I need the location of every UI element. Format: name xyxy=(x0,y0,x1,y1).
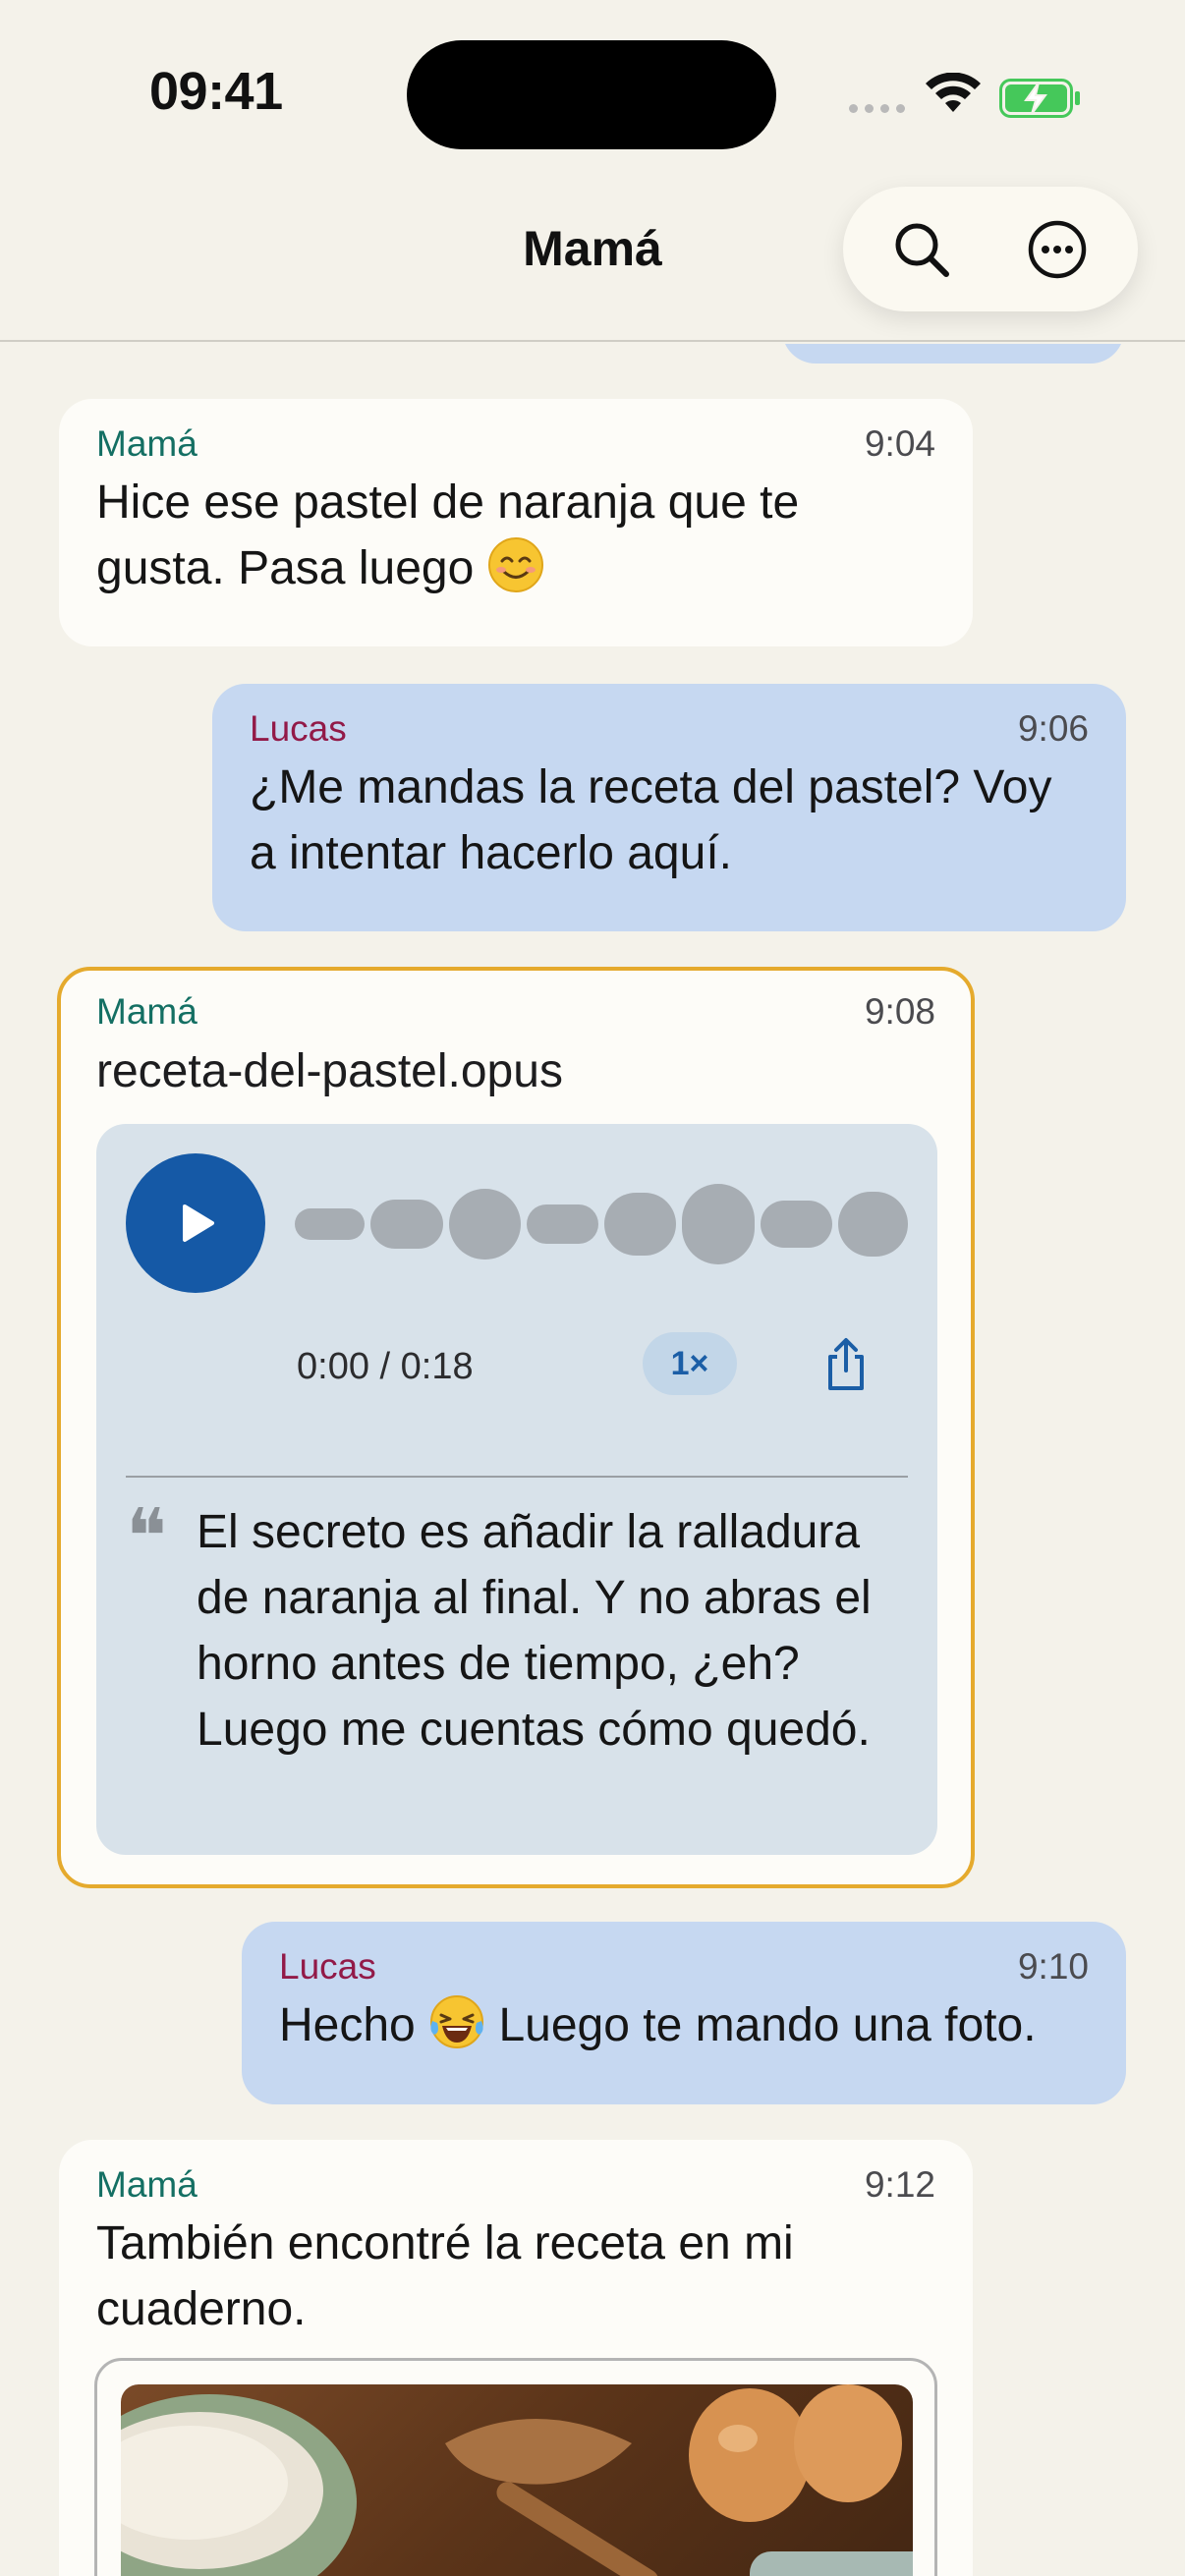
recipe-photo-illustration xyxy=(121,2384,913,2576)
waveform-bar xyxy=(448,1189,521,1260)
battery-charging-icon xyxy=(999,79,1080,118)
sender-name: Lucas xyxy=(250,708,347,749)
waveform-bar xyxy=(295,1208,366,1240)
audio-filename: receta-del-pastel.opus xyxy=(96,1045,563,1097)
smiling-face-emoji-icon xyxy=(487,537,543,592)
quote-icon: ❝ xyxy=(126,1493,167,1582)
message-bubble[interactable]: Mamá 9:04 Hice ese pastel de naranja que… xyxy=(59,399,973,646)
search-button[interactable] xyxy=(886,214,957,285)
message-text: Hecho Luego te mando una foto. xyxy=(279,1992,1089,2058)
dynamic-island xyxy=(407,40,776,149)
waveform-bar xyxy=(682,1184,755,1264)
sender-name: Mamá xyxy=(96,991,198,1032)
message-time: 9:04 xyxy=(864,423,935,464)
sender-name: Mamá xyxy=(96,423,198,464)
wifi-icon xyxy=(926,73,981,112)
more-icon xyxy=(1028,220,1087,279)
message-bubble[interactable]: Lucas 9:10 Hecho Luego te mando una foto… xyxy=(242,1922,1126,2104)
message-bubble[interactable]: Mamá 9:12 También encontré la receta en … xyxy=(59,2140,973,2576)
cellular-signal-icon xyxy=(849,104,905,113)
status-time: 09:41 xyxy=(149,62,283,121)
audio-waveform[interactable] xyxy=(295,1183,909,1265)
audio-duration: 0:00 / 0:18 xyxy=(297,1346,474,1387)
play-button[interactable] xyxy=(126,1153,265,1293)
chat-header: Mamá xyxy=(0,187,1185,342)
laughing-crying-face-emoji-icon xyxy=(430,1995,484,2048)
status-bar: 09:41 xyxy=(0,0,1185,187)
message-time: 9:08 xyxy=(864,991,935,1032)
image-attachment[interactable] xyxy=(94,2358,937,2576)
search-icon xyxy=(895,223,949,277)
message-bubble[interactable]: Lucas 9:06 ¿Me mandas la receta del past… xyxy=(212,684,1126,931)
playback-speed-button[interactable]: 1× xyxy=(643,1332,737,1395)
message-time: 9:06 xyxy=(1017,708,1089,749)
message-text: ¿Me mandas la receta del pastel? Voy a i… xyxy=(250,761,1052,879)
waveform-bar xyxy=(760,1201,832,1248)
previous-message-bubble xyxy=(782,344,1124,364)
transcript-divider xyxy=(126,1476,908,1478)
share-icon xyxy=(828,1338,864,1390)
voice-player: 0:00 / 0:18 1× ❝ El secreto es añadir la… xyxy=(96,1124,937,1855)
message-time: 9:10 xyxy=(1017,1946,1089,1987)
message-list[interactable]: Mamá 9:04 Hice ese pastel de naranja que… xyxy=(0,344,1185,2576)
voice-message-bubble[interactable]: Mamá 9:08 receta-del-pastel.opus 0:00 / … xyxy=(57,967,975,1888)
message-time: 9:12 xyxy=(864,2164,935,2205)
voice-transcript: El secreto es añadir la ralladura de nar… xyxy=(197,1506,872,1756)
header-actions xyxy=(843,187,1138,311)
sender-name: Lucas xyxy=(279,1946,376,1987)
waveform-bar xyxy=(837,1192,909,1257)
sender-name: Mamá xyxy=(96,2164,198,2205)
play-icon xyxy=(183,1204,214,1242)
waveform-bar xyxy=(604,1193,677,1256)
share-button[interactable] xyxy=(814,1332,878,1397)
waveform-bar xyxy=(370,1200,443,1249)
more-button[interactable] xyxy=(1022,214,1093,285)
message-text: También encontré la receta en mi cuadern… xyxy=(96,2217,794,2335)
message-text: Hice ese pastel de naranja que te gusta.… xyxy=(96,476,800,594)
waveform-bar xyxy=(526,1204,599,1244)
recipe-photo xyxy=(121,2384,913,2576)
